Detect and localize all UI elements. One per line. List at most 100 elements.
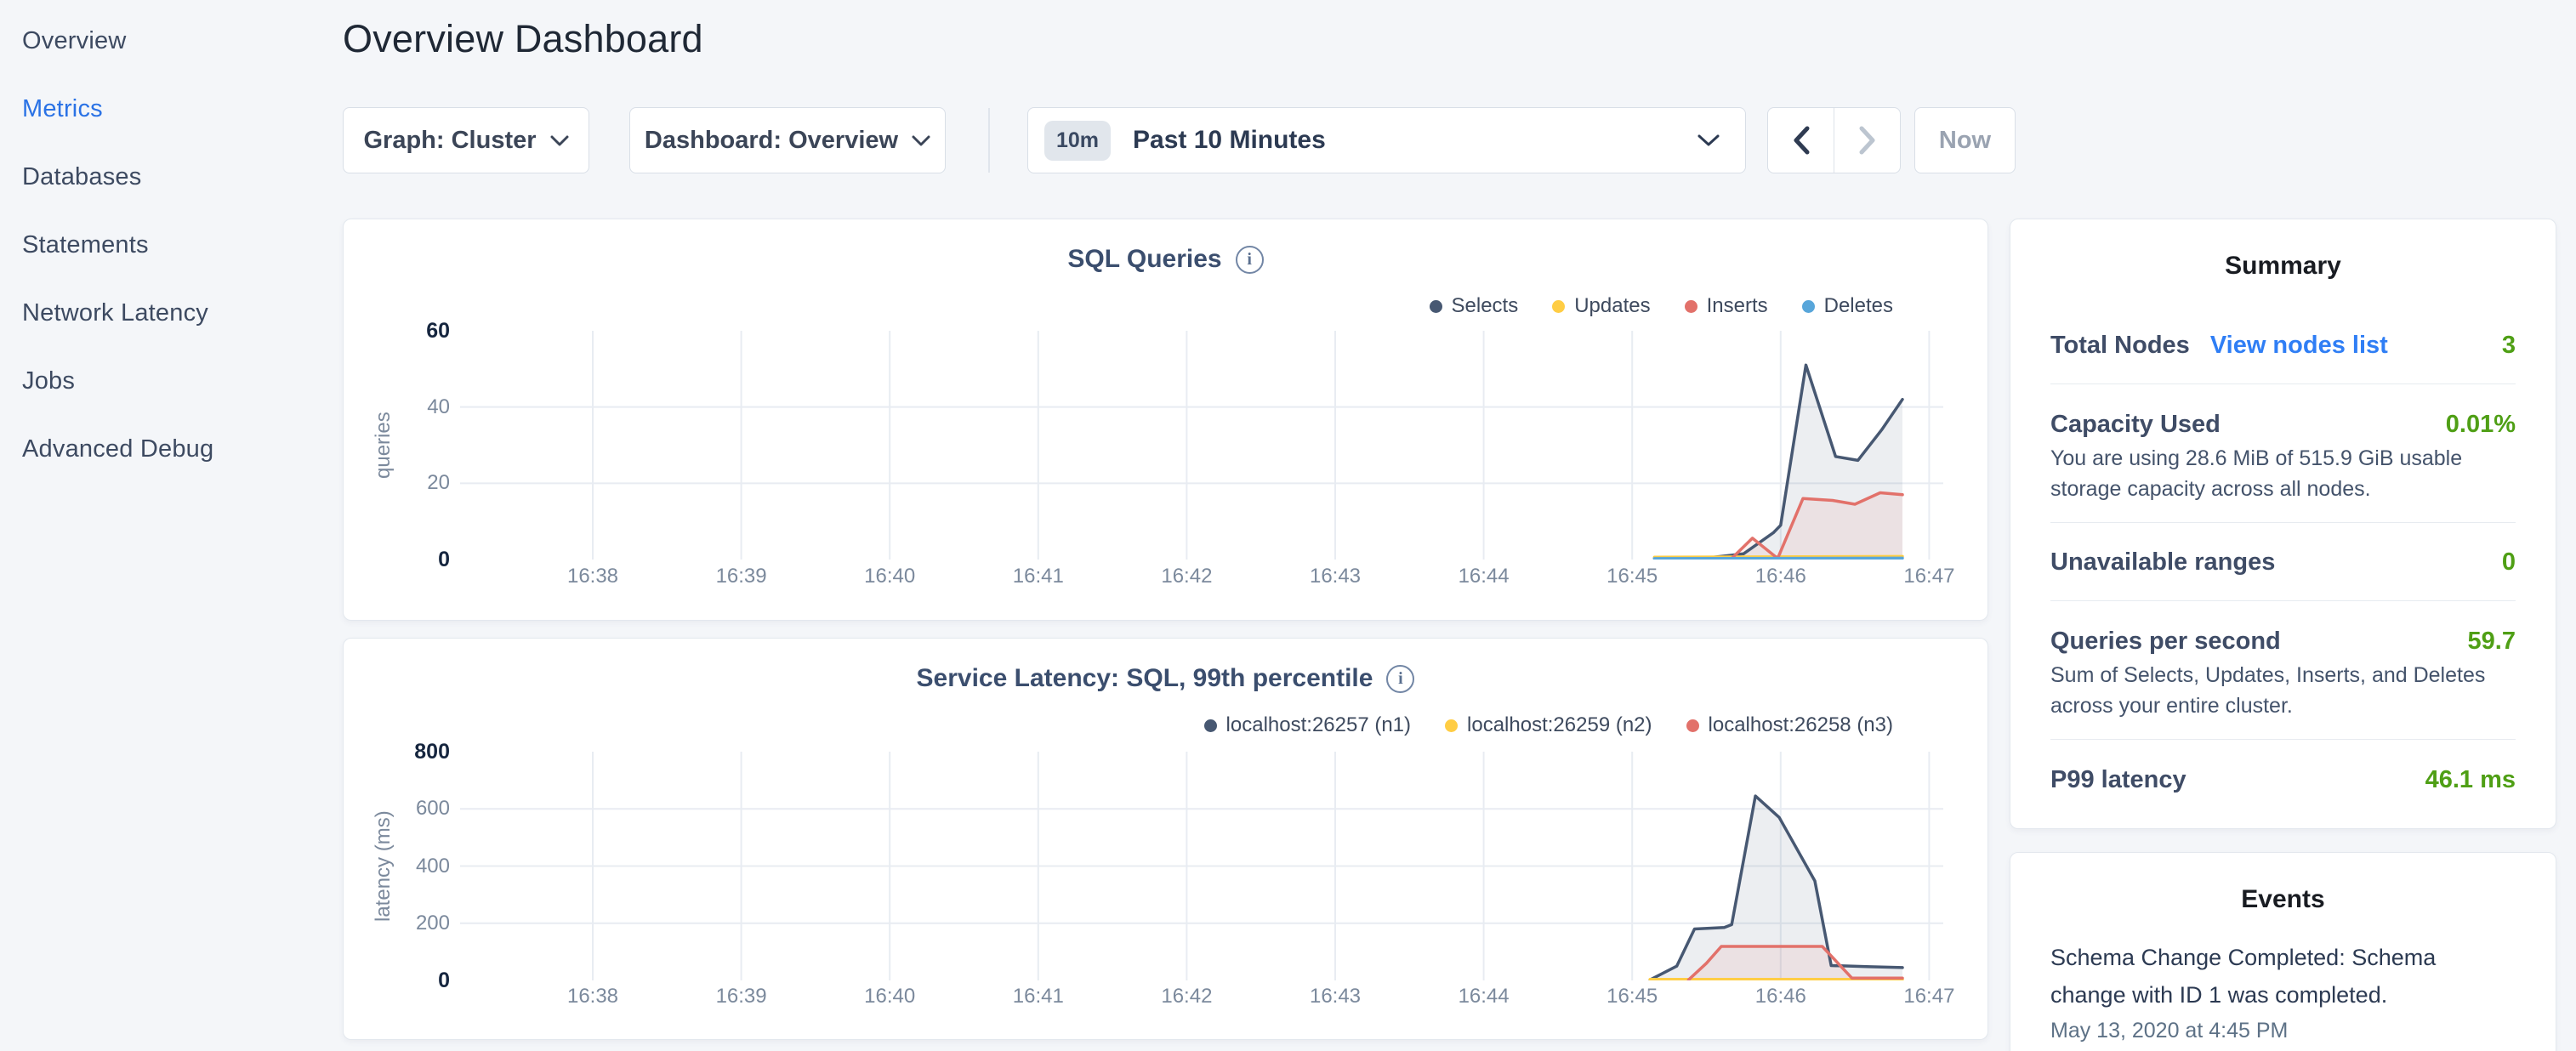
legend-item-deletes[interactable]: Deletes (1802, 294, 1893, 318)
sidebar-item-advanced-debug[interactable]: Advanced Debug (0, 415, 340, 483)
legend-dot (1445, 719, 1458, 732)
sidebar-item-databases[interactable]: Databases (0, 143, 340, 211)
events-panel: Events Schema Change Completed: Schema c… (2010, 852, 2556, 1051)
info-icon[interactable]: i (1386, 665, 1414, 693)
y-tick-label: 60 (344, 317, 450, 344)
app-root: Overview Metrics Databases Statements Ne… (0, 0, 2576, 1051)
chart-plot-area[interactable] (460, 752, 1943, 980)
event-timestamp: May 13, 2020 at 4:45 PM (2050, 1015, 2516, 1046)
summary-value: 3 (2502, 332, 2516, 360)
sql-queries-chart-card: SQL Queries i Selects Updates Inserts De… (343, 219, 1988, 621)
prev-range-button[interactable] (1768, 108, 1834, 173)
y-tick-label: 400 (344, 853, 450, 880)
legend-label: localhost:26257 (n1) (1226, 713, 1411, 737)
chart-title: SQL Queries (1067, 245, 1221, 274)
x-tick-label: 16:41 (979, 985, 1098, 1008)
summary-row-total-nodes: Total Nodes View nodes list 3 (2050, 281, 2516, 384)
x-tick-label: 16:39 (682, 985, 801, 1008)
y-tick-label: 20 (344, 469, 450, 497)
chevron-right-icon (1858, 126, 1877, 155)
time-range-pager (1767, 107, 1901, 173)
event-item[interactable]: Schema Change Completed: Schema change w… (2050, 939, 2516, 1046)
view-nodes-list-link[interactable]: View nodes list (2210, 332, 2388, 360)
summary-row-capacity-used: Capacity Used 0.01% You are using 28.6 M… (2050, 384, 2516, 523)
time-range-label: Past 10 Minutes (1133, 126, 1326, 155)
x-tick-label: 16:44 (1424, 985, 1544, 1008)
x-tick-label: 16:47 (1869, 985, 1988, 1008)
chevron-down-icon (912, 135, 930, 146)
y-tick-label: 800 (344, 738, 450, 765)
toolbar-divider (988, 108, 990, 173)
x-tick-label: 16:43 (1276, 985, 1395, 1008)
sidebar-item-network-latency[interactable]: Network Latency (0, 279, 340, 347)
legend-item-n3[interactable]: localhost:26258 (n3) (1686, 713, 1893, 737)
y-tick-label: 0 (344, 967, 450, 994)
summary-value: 0 (2502, 548, 2516, 577)
summary-panel: Summary Total Nodes View nodes list 3 Ca… (2010, 219, 2556, 829)
info-icon[interactable]: i (1236, 246, 1264, 274)
chart-legend: localhost:26257 (n1) localhost:26259 (n2… (1204, 713, 1893, 737)
x-tick-label: 16:45 (1572, 565, 1692, 588)
x-tick-label: 16:38 (533, 565, 652, 588)
x-tick-label: 16:45 (1572, 985, 1692, 1008)
sidebar-item-metrics[interactable]: Metrics (0, 75, 340, 143)
y-tick-label: 0 (344, 546, 450, 573)
y-tick-label: 200 (344, 910, 450, 937)
legend-label: Inserts (1707, 294, 1768, 318)
legend-item-selects[interactable]: Selects (1430, 294, 1519, 318)
legend-dot (1204, 719, 1217, 732)
summary-label: Capacity Used (2050, 409, 2221, 440)
service-latency-chart-card: Service Latency: SQL, 99th percentile i … (343, 638, 1988, 1040)
summary-title: Summary (2050, 219, 2516, 281)
next-range-button[interactable] (1834, 108, 1900, 173)
graph-dropdown-label: Graph: Cluster (363, 127, 536, 155)
x-tick-label: 16:43 (1276, 565, 1395, 588)
sidebar-nav-list: Overview Metrics Databases Statements Ne… (0, 7, 340, 483)
summary-row-queries-per-second: Queries per second 59.7 Sum of Selects, … (2050, 601, 2516, 740)
x-tick-label: 16:40 (830, 985, 949, 1008)
legend-dot (1552, 300, 1565, 313)
x-tick-label: 16:40 (830, 565, 949, 588)
x-tick-label: 16:41 (979, 565, 1098, 588)
legend-item-updates[interactable]: Updates (1552, 294, 1650, 318)
chart-plot-area[interactable] (460, 331, 1943, 560)
summary-value: 0.01% (2446, 411, 2516, 439)
y-axis-ticks: 0204060 (344, 331, 450, 560)
chevron-down-icon (1697, 134, 1720, 147)
sidebar-item-statements[interactable]: Statements (0, 211, 340, 279)
legend-dot (1685, 300, 1697, 313)
y-tick-label: 600 (344, 795, 450, 822)
y-tick-label: 40 (344, 394, 450, 421)
summary-value: 46.1 ms (2425, 766, 2516, 794)
x-axis-ticks: 16:3816:3916:4016:4116:4216:4316:4416:45… (460, 565, 1943, 594)
legend-dot (1686, 719, 1699, 732)
chart-title: Service Latency: SQL, 99th percentile (917, 664, 1373, 693)
summary-label: Queries per second (2050, 626, 2281, 656)
x-tick-label: 16:46 (1721, 985, 1840, 1008)
legend-label: localhost:26259 (n2) (1467, 713, 1652, 737)
legend-dot (1802, 300, 1815, 313)
legend-item-inserts[interactable]: Inserts (1685, 294, 1768, 318)
summary-row-unavailable-ranges: Unavailable ranges 0 (2050, 523, 2516, 601)
event-text: Schema Change Completed: Schema change w… (2050, 939, 2450, 1014)
time-range-dropdown[interactable]: 10m Past 10 Minutes (1027, 107, 1746, 173)
chart-canvas (460, 331, 1943, 560)
summary-value: 59.7 (2468, 628, 2516, 656)
dashboard-dropdown[interactable]: Dashboard: Overview (629, 107, 946, 173)
legend-item-n2[interactable]: localhost:26259 (n2) (1445, 713, 1652, 737)
sidebar-item-jobs[interactable]: Jobs (0, 347, 340, 415)
summary-subtext: Sum of Selects, Updates, Inserts, and De… (2050, 660, 2516, 721)
legend-label: Deletes (1824, 294, 1893, 318)
y-axis-ticks: 0200400600800 (344, 752, 450, 980)
x-tick-label: 16:42 (1127, 985, 1246, 1008)
x-tick-label: 16:44 (1424, 565, 1544, 588)
chevron-left-icon (1792, 126, 1811, 155)
now-button[interactable]: Now (1914, 107, 2016, 173)
legend-item-n1[interactable]: localhost:26257 (n1) (1204, 713, 1411, 737)
x-tick-label: 16:42 (1127, 565, 1246, 588)
sidebar-item-overview[interactable]: Overview (0, 7, 340, 75)
graph-dropdown[interactable]: Graph: Cluster (343, 107, 589, 173)
legend-label: Selects (1452, 294, 1519, 318)
sidebar: Overview Metrics Databases Statements Ne… (0, 7, 340, 483)
legend-dot (1430, 300, 1442, 313)
